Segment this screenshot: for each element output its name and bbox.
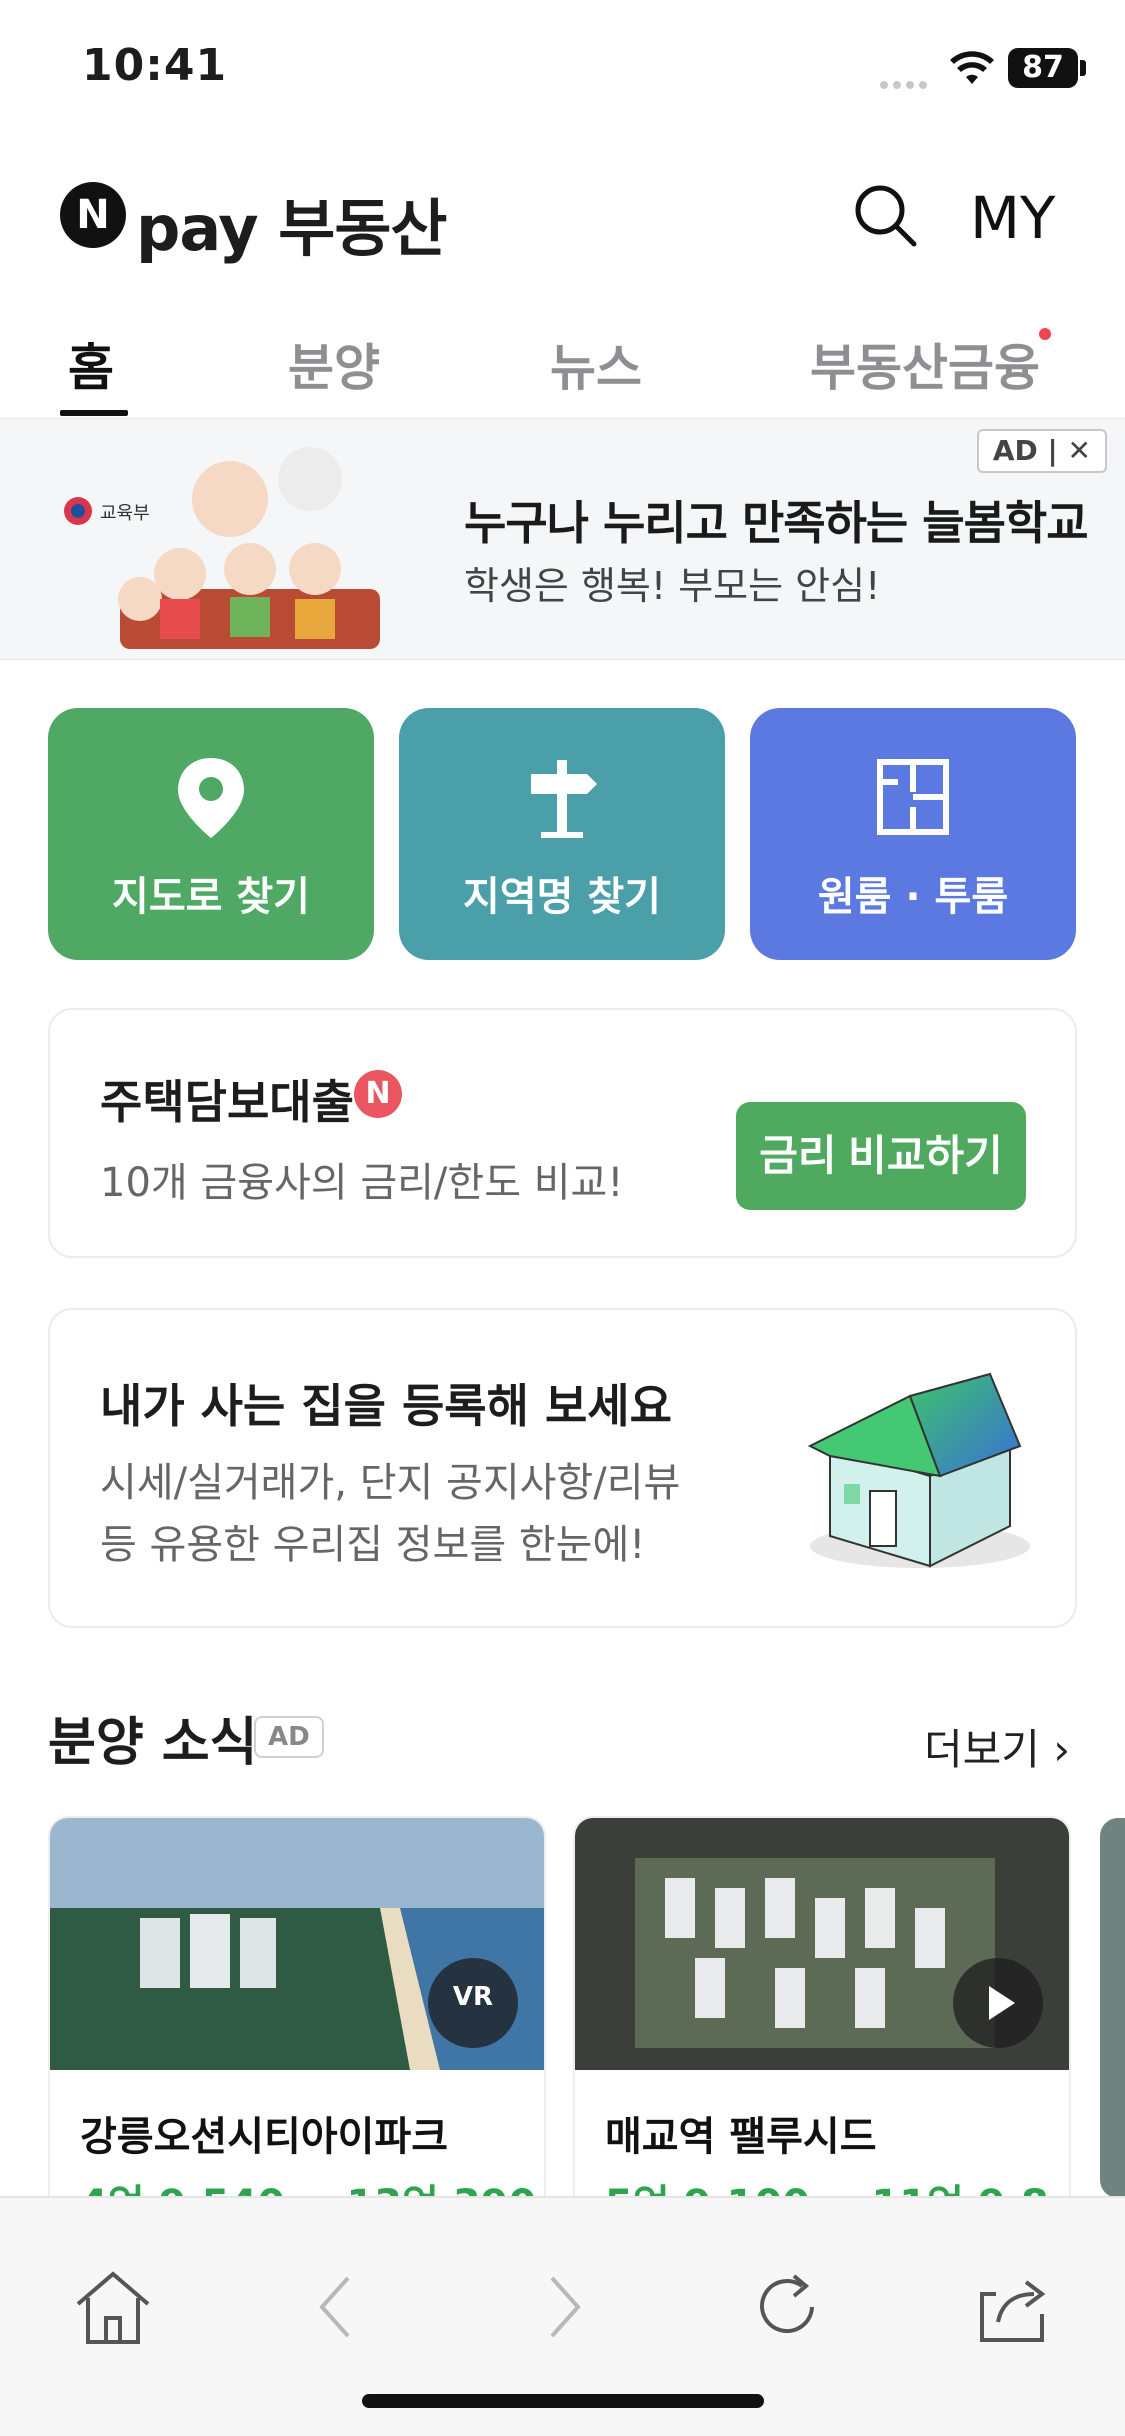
ad-label: AD (992, 434, 1038, 467)
refresh-icon[interactable] (742, 2262, 832, 2352)
ad-banner[interactable]: AD | ✕ 교육부 누구나 누리고 만족하는 늘봄학교 학생은 행복! 부모는… (0, 418, 1125, 660)
tile-label: 원룸 · 투룸 (817, 874, 1009, 920)
home-indicator (362, 2394, 764, 2408)
chevron-right-icon: › (1053, 1725, 1071, 1774)
new-badge: N (354, 1070, 402, 1118)
mortgage-loan-card[interactable]: 주택담보대출 N 10개 금융사의 금리/한도 비교! 금리 비교하기 (48, 1008, 1077, 1258)
ad-illustration-icon: 교육부 (64, 447, 380, 649)
battery-icon: 87 (1008, 48, 1078, 88)
map-pin-icon (178, 758, 244, 838)
ad-close-badge[interactable]: AD | ✕ (976, 429, 1107, 473)
tab-presale[interactable]: 분양 (288, 328, 380, 400)
search-icon[interactable] (850, 180, 920, 250)
tile-label: 지도로 찾기 (112, 874, 310, 920)
forward-icon[interactable] (518, 2262, 608, 2352)
register-home-subtitle: 시세/실거래가, 단지 공지사항/리뷰 등 유용한 우리집 정보를 한눈에! (100, 1460, 681, 1568)
map-search-tile[interactable]: 지도로 찾기 (48, 708, 374, 960)
vr-label: VR (452, 1982, 494, 2012)
wifi-icon (948, 50, 996, 90)
status-time: 10:41 (82, 40, 228, 91)
register-home-card[interactable]: 내가 사는 집을 등록해 보세요 시세/실거래가, 단지 공지사항/리뷰 등 유… (48, 1308, 1077, 1628)
ad-subtitle: 학생은 행복! 부모는 안심! (464, 564, 881, 608)
loan-title: 주택담보대출 (100, 1075, 354, 1129)
listing-name: 강릉오션시티아이파크 (80, 2114, 448, 2160)
listing-card-peek[interactable] (1100, 1818, 1125, 2198)
share-icon[interactable] (968, 2262, 1058, 2352)
listing-card[interactable]: VR 강릉오션시티아이파크 4억 9,540 ~ 13억 390 (50, 1818, 544, 2238)
active-tab-underline (60, 410, 128, 416)
compare-rates-button[interactable]: 금리 비교하기 (736, 1102, 1026, 1210)
register-home-title: 내가 사는 집을 등록해 보세요 (100, 1379, 672, 1433)
tile-label: 지역명 찾기 (463, 874, 661, 920)
app-logo-text[interactable]: pay 부동산 (136, 178, 447, 268)
oneroom-tile[interactable]: 원룸 · 투룸 (750, 708, 1076, 960)
home-icon[interactable] (68, 2262, 158, 2352)
tab-news[interactable]: 뉴스 (550, 328, 642, 400)
tab-home[interactable]: 홈 (68, 328, 114, 400)
section-title: 분양 소식 (48, 1713, 258, 1773)
house-illustration-icon (807, 1372, 1030, 1568)
status-bar: 10:41 87 (0, 0, 1125, 140)
ad-title: 누구나 누리고 만족하는 늘봄학교 (464, 496, 1089, 550)
naver-logo-icon[interactable]: N (60, 182, 126, 248)
new-dot-indicator (1039, 328, 1051, 340)
more-label: 더보기 (924, 1725, 1040, 1774)
region-search-tile[interactable]: 지역명 찾기 (399, 708, 725, 960)
listing-name: 매교역 팰루시드 (605, 2114, 877, 2160)
main-tabs: 홈 분양 뉴스 부동산금융 (0, 300, 1125, 420)
loan-subtitle: 10개 금융사의 금리/한도 비교! (100, 1160, 624, 1206)
tab-finance[interactable]: 부동산금융 (810, 328, 1040, 400)
my-page-button[interactable]: MY (970, 184, 1055, 252)
app-header: N pay 부동산 MY (0, 160, 1125, 270)
play-icon[interactable] (953, 1958, 1043, 2048)
back-icon[interactable] (292, 2262, 382, 2352)
listing-card[interactable]: 매교역 팰루시드 5억 9,100 ~ 11억 9,8 (575, 1818, 1069, 2238)
signpost-icon (531, 760, 597, 838)
vr-badge-icon[interactable]: VR (428, 1958, 518, 2048)
battery-tip (1080, 60, 1086, 76)
floorplan-icon (877, 759, 949, 835)
section-ad-badge: AD (254, 1716, 324, 1758)
ministry-label: 교육부 (100, 503, 150, 524)
more-link[interactable]: 더보기 › (924, 1716, 1070, 1777)
signal-dots-icon (880, 74, 932, 93)
